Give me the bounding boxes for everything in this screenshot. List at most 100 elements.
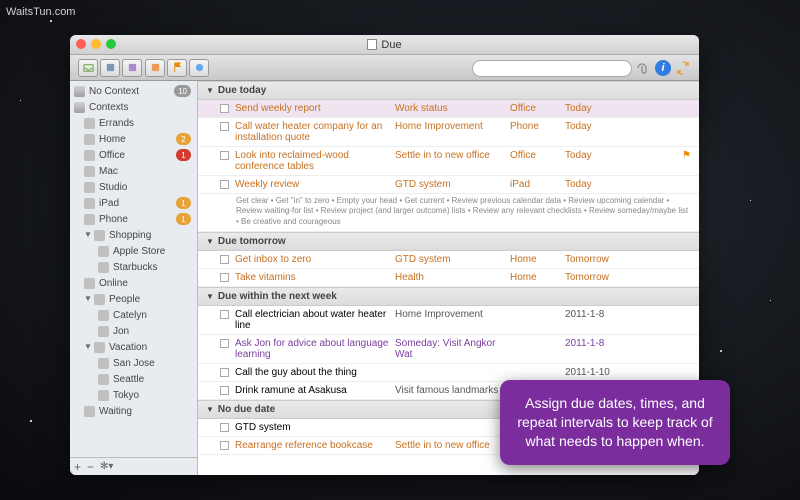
sidebar-item-jon[interactable]: Jon — [70, 323, 197, 339]
sidebar-item-ipad[interactable]: iPad1 — [70, 195, 197, 211]
sidebar-item-label: Tokyo — [113, 390, 191, 401]
sidebar-item-label: Apple Store — [113, 246, 191, 257]
disclosure-triangle-icon[interactable]: ▼ — [84, 231, 92, 239]
context-icon — [84, 134, 95, 145]
watermark: WaitsTun.com — [6, 6, 75, 18]
disclosure-triangle-icon[interactable]: ▼ — [84, 295, 92, 303]
info-icon[interactable]: i — [655, 60, 671, 76]
window-title: Due — [381, 39, 401, 51]
context-icon — [98, 390, 109, 401]
sidebar-contexts[interactable]: Contexts — [70, 99, 197, 115]
view-due-button[interactable] — [145, 59, 165, 77]
sidebar-item-tokyo[interactable]: Tokyo — [70, 387, 197, 403]
sidebar-item-errands[interactable]: Errands — [70, 115, 197, 131]
view-inbox-button[interactable] — [78, 59, 98, 77]
close-icon[interactable] — [76, 39, 86, 49]
flag-icon: ⚑ — [682, 150, 691, 161]
section-due-week[interactable]: ▼Due within the next week — [198, 287, 699, 306]
task-row[interactable]: Weekly reviewGTD systemiPadToday — [198, 176, 699, 194]
checkbox[interactable] — [220, 423, 229, 432]
sidebar-item-label: Shopping — [109, 230, 191, 241]
sidebar: No Context10 Contexts Errands Home2 Offi… — [70, 81, 198, 475]
task-row[interactable]: Take vitaminsHealthHomeTomorrow — [198, 269, 699, 287]
section-title: Due today — [218, 85, 266, 96]
checkbox[interactable] — [220, 151, 229, 160]
checkbox[interactable] — [220, 368, 229, 377]
clip-icon[interactable] — [635, 61, 651, 75]
task-note: Get clear • Get "in" to zero • Empty you… — [198, 194, 699, 232]
action-menu-button[interactable]: ✻▾ — [100, 461, 113, 472]
task-project: Home Improvement — [395, 309, 510, 320]
task-row[interactable]: Send weekly reportWork statusOfficeToday — [198, 100, 699, 118]
search-input[interactable] — [472, 60, 632, 77]
sidebar-item-label: No Context — [89, 86, 174, 97]
section-due-tomorrow[interactable]: ▼Due tomorrow — [198, 232, 699, 251]
context-icon — [84, 118, 95, 129]
chevron-down-icon: ▼ — [206, 292, 214, 301]
sidebar-item-label: Starbucks — [113, 262, 191, 273]
task-row[interactable]: Look into reclaimed-wood conference tabl… — [198, 147, 699, 176]
context-icon — [98, 246, 109, 257]
task-row[interactable]: Ask Jon for advice about language learni… — [198, 335, 699, 364]
context-icon — [84, 182, 95, 193]
task-due: Today — [565, 103, 691, 114]
task-project: GTD system — [395, 179, 510, 190]
sidebar-item-shopping[interactable]: ▼ Shopping — [70, 227, 197, 243]
view-projects-button[interactable] — [100, 59, 120, 77]
checkbox[interactable] — [220, 104, 229, 113]
checkbox[interactable] — [220, 122, 229, 131]
sidebar-item-san-jose[interactable]: San Jose — [70, 355, 197, 371]
checkbox[interactable] — [220, 339, 229, 348]
sidebar-item-label: iPad — [99, 198, 176, 209]
task-context: Office — [510, 103, 565, 114]
context-icon — [98, 326, 109, 337]
chevron-down-icon: ▼ — [206, 405, 214, 414]
view-flagged-button[interactable] — [167, 59, 187, 77]
sidebar-item-mac[interactable]: Mac — [70, 163, 197, 179]
sidebar-item-catelyn[interactable]: Catelyn — [70, 307, 197, 323]
sidebar-item-vacation[interactable]: ▼Vacation — [70, 339, 197, 355]
task-row[interactable]: Get inbox to zeroGTD systemHomeTomorrow — [198, 251, 699, 269]
sidebar-item-phone[interactable]: Phone1 — [70, 211, 197, 227]
sidebar-item-office[interactable]: Office1 — [70, 147, 197, 163]
add-button[interactable]: + — [74, 460, 81, 474]
sidebar-item-home[interactable]: Home2 — [70, 131, 197, 147]
count-badge: 2 — [176, 133, 191, 145]
checkbox[interactable] — [220, 255, 229, 264]
sidebar-item-label: Seattle — [113, 374, 191, 385]
sidebar-item-waiting[interactable]: Waiting — [70, 403, 197, 419]
checkbox[interactable] — [220, 386, 229, 395]
task-row[interactable]: Call water heater company for an install… — [198, 118, 699, 147]
zoom-icon[interactable] — [106, 39, 116, 49]
sidebar-item-apple-store[interactable]: Apple Store — [70, 243, 197, 259]
context-icon — [98, 358, 109, 369]
task-title: Weekly review — [235, 179, 395, 190]
remove-button[interactable]: − — [87, 460, 94, 474]
section-title: Due tomorrow — [218, 236, 286, 247]
view-contexts-button[interactable] — [122, 59, 142, 77]
checkbox[interactable] — [220, 273, 229, 282]
sidebar-item-people[interactable]: ▼People — [70, 291, 197, 307]
sidebar-item-label: Home — [99, 134, 176, 145]
task-due: Today — [565, 121, 691, 132]
sidebar-item-online[interactable]: Online — [70, 275, 197, 291]
sidebar-item-seattle[interactable]: Seattle — [70, 371, 197, 387]
section-due-today[interactable]: ▼Due today — [198, 81, 699, 100]
task-row[interactable]: Call electrician about water heater line… — [198, 306, 699, 335]
checkbox[interactable] — [220, 180, 229, 189]
minimize-icon[interactable] — [91, 39, 101, 49]
sidebar-item-starbucks[interactable]: Starbucks — [70, 259, 197, 275]
task-context: Home — [510, 254, 565, 265]
sync-icon[interactable] — [675, 60, 691, 76]
task-title: Drink ramune at Asakusa — [235, 385, 395, 396]
task-project: Home Improvement — [395, 121, 510, 132]
view-review-button[interactable] — [189, 59, 209, 77]
sidebar-no-context[interactable]: No Context10 — [70, 83, 197, 99]
sidebar-item-studio[interactable]: Studio — [70, 179, 197, 195]
task-title: GTD system — [235, 422, 395, 433]
checkbox[interactable] — [220, 310, 229, 319]
disclosure-triangle-icon[interactable]: ▼ — [84, 343, 92, 351]
count-badge: 10 — [174, 85, 191, 97]
checkbox[interactable] — [220, 441, 229, 450]
task-context: Phone — [510, 121, 565, 132]
